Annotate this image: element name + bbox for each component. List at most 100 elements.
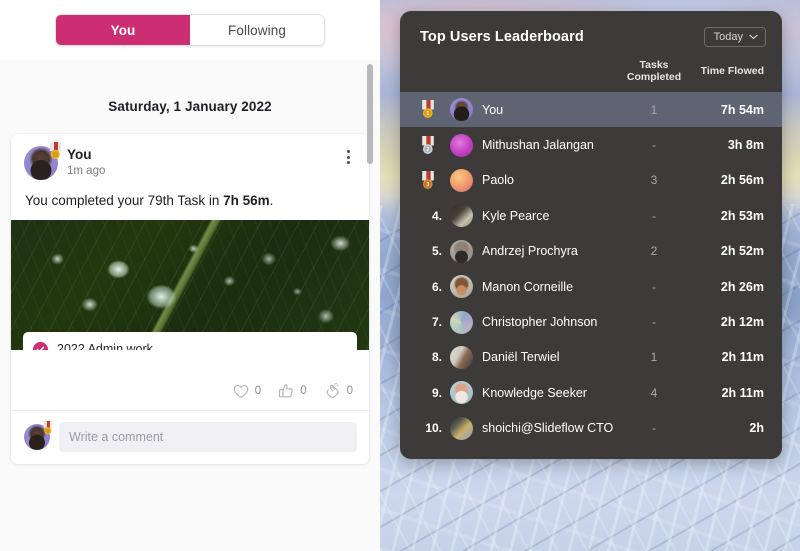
reaction-heart[interactable]: 0 [233, 384, 261, 399]
leaderboard-rank-number: 5. [431, 244, 442, 259]
comment-avatar[interactable] [24, 421, 53, 450]
avatar[interactable] [450, 416, 473, 440]
column-header-time: Time Flowed [700, 65, 764, 77]
post-text-duration: 7h 56m [223, 193, 270, 208]
feed-scrollbar[interactable] [367, 60, 373, 460]
leaderboard-user-name: Manon Corneille [482, 279, 574, 294]
task-chip[interactable]: 2022 Admin work [23, 332, 357, 350]
period-filter-dropdown[interactable]: Today [703, 27, 766, 47]
avatar[interactable] [24, 142, 61, 180]
leaderboard-time-flowed: 2h 53m [720, 208, 764, 223]
desktop-backdrop: Top Users Leaderboard Today Tasks Comple… [380, 0, 800, 551]
leaderboard-user-name: Andrzej Prochyra [482, 244, 578, 259]
leaderboard-rank-number: 6. [431, 279, 442, 294]
leaderboard-user-cell: Paolo [450, 168, 616, 192]
avatar[interactable] [450, 345, 473, 369]
leaderboard-panel: Top Users Leaderboard Today Tasks Comple… [400, 11, 782, 459]
post-media-image[interactable]: 2022 Admin work [11, 220, 369, 350]
tab-you[interactable]: You [56, 15, 190, 45]
leaderboard-time-flowed: 2h 52m [720, 244, 764, 259]
leaderboard-time-flowed: 2h 12m [720, 315, 764, 330]
avatar[interactable] [450, 98, 473, 122]
leaderboard-tasks-completed: 2 [650, 244, 658, 259]
feed-date-header: Saturday, 1 January 2022 [108, 99, 272, 114]
leaderboard-row[interactable]: 10. shoichi@Slideflow CTO - 2h [400, 411, 782, 446]
leaderboard-user-name: Christopher Johnson [482, 315, 598, 330]
avatar[interactable] [450, 133, 473, 157]
comment-input[interactable] [59, 422, 357, 452]
leaderboard-user-name: Paolo [482, 173, 514, 188]
leaderboard-row[interactable]: 9. Knowledge Seeker 4 2h 11m [400, 375, 782, 410]
leaderboard-column-headers: Tasks Completed Time Flowed [400, 47, 782, 92]
task-chip-label: 2022 Admin work [57, 342, 153, 350]
leaderboard-row[interactable]: 7. Christopher Johnson - 2h 12m [400, 304, 782, 339]
leaderboard-title: Top Users Leaderboard [420, 29, 584, 45]
gold-medal-icon [50, 142, 61, 159]
svg-text:3: 3 [426, 182, 429, 188]
leaderboard-user-name: shoichi@Slideflow CTO [482, 421, 614, 436]
leaderboard-footer-spacer [400, 446, 782, 459]
tab-following[interactable]: Following [190, 15, 324, 45]
leaderboard-user-name: Knowledge Seeker [482, 385, 587, 400]
leaderboard-row[interactable]: 4. Kyle Pearce - 2h 53m [400, 198, 782, 233]
leaderboard-time-flowed: 2h 11m [721, 385, 764, 400]
avatar[interactable] [450, 239, 473, 263]
leaderboard-rank: 1 [420, 100, 450, 119]
heart-icon [233, 384, 249, 398]
bronze-medal-icon: 3 [422, 170, 434, 189]
leaderboard-tasks-completed: - [652, 279, 656, 294]
leaderboard-rank: 2 [420, 135, 450, 155]
leaderboard-tasks-completed: 1 [650, 102, 658, 117]
leaderboard-row[interactable]: 3 Paolo 3 2h 56m [400, 163, 782, 198]
leaderboard-row[interactable]: 5. Andrzej Prochyra 2 2h 52m [400, 234, 782, 269]
leaderboard-row[interactable]: 8. Daniël Terwiel 1 2h 11m [400, 340, 782, 375]
leaderboard-user-cell: Christopher Johnson [450, 310, 616, 334]
leaderboard-tasks-completed: - [652, 208, 656, 223]
post-username: You [67, 147, 92, 162]
leaderboard-rank: 8. [420, 350, 450, 364]
leaderboard-user-name: Mithushan Jalangan [482, 138, 594, 153]
leaderboard-tasks-completed: 1 [650, 350, 658, 365]
leaderboard-row[interactable]: 6. Manon Corneille - 2h 26m [400, 269, 782, 304]
thumbs-up-icon [279, 384, 293, 398]
leaderboard-time-flowed: 7h 54m [720, 102, 764, 117]
leaderboard-tasks-completed: - [652, 421, 656, 436]
avatar[interactable] [450, 168, 473, 192]
check-circle-icon [33, 341, 48, 350]
feed-scrollbar-thumb[interactable] [367, 64, 373, 164]
reaction-clap-count: 0 [346, 385, 353, 397]
tab-you-label: You [110, 22, 136, 38]
comment-row [11, 410, 369, 464]
post-card: You 1m ago You completed your 79th Task … [11, 134, 369, 464]
post-header: You 1m ago [11, 134, 369, 180]
leaderboard-user-cell: Daniël Terwiel [450, 345, 616, 369]
column-header-tasks: Tasks Completed [626, 59, 682, 83]
leaderboard-user-cell: You [450, 98, 616, 122]
post-more-options-icon[interactable] [339, 147, 357, 167]
post-header-text: You 1m ago [67, 146, 105, 177]
avatar[interactable] [450, 381, 473, 405]
avatar[interactable] [450, 310, 473, 334]
reaction-heart-count: 0 [254, 385, 262, 397]
silver-medal-icon: 2 [422, 135, 434, 154]
leaderboard-user-name: Daniël Terwiel [482, 350, 560, 365]
period-filter-label: Today [713, 31, 743, 43]
leaderboard-user-name: Kyle Pearce [482, 208, 550, 223]
app-root: You Following Saturday, 1 January 2022 Y… [0, 0, 800, 551]
leaderboard-rank: 5. [420, 244, 450, 258]
reaction-clap[interactable]: 0 [324, 383, 353, 399]
avatar[interactable] [450, 275, 473, 299]
leaderboard-row[interactable]: 1 You 1 7h 54m [400, 92, 782, 128]
post-timestamp: 1m ago [67, 165, 106, 177]
leaderboard-tasks-completed: 4 [650, 385, 658, 400]
reaction-thumbs-up[interactable]: 0 [278, 383, 307, 399]
post-body-text: You completed your 79th Task in 7h 56m. [11, 180, 369, 220]
leaderboard-row[interactable]: 2 Mithushan Jalangan - 3h 8m [400, 127, 782, 162]
avatar[interactable] [450, 204, 473, 228]
leaderboard-user-cell: Andrzej Prochyra [450, 239, 616, 263]
feed-tabbar-container: You Following [0, 0, 380, 60]
leaderboard-rank: 10. [420, 421, 450, 435]
leaderboard-user-cell: Manon Corneille [450, 275, 616, 299]
leaderboard-rank-number: 8. [431, 350, 442, 365]
leaderboard-tasks-completed: - [652, 315, 656, 330]
